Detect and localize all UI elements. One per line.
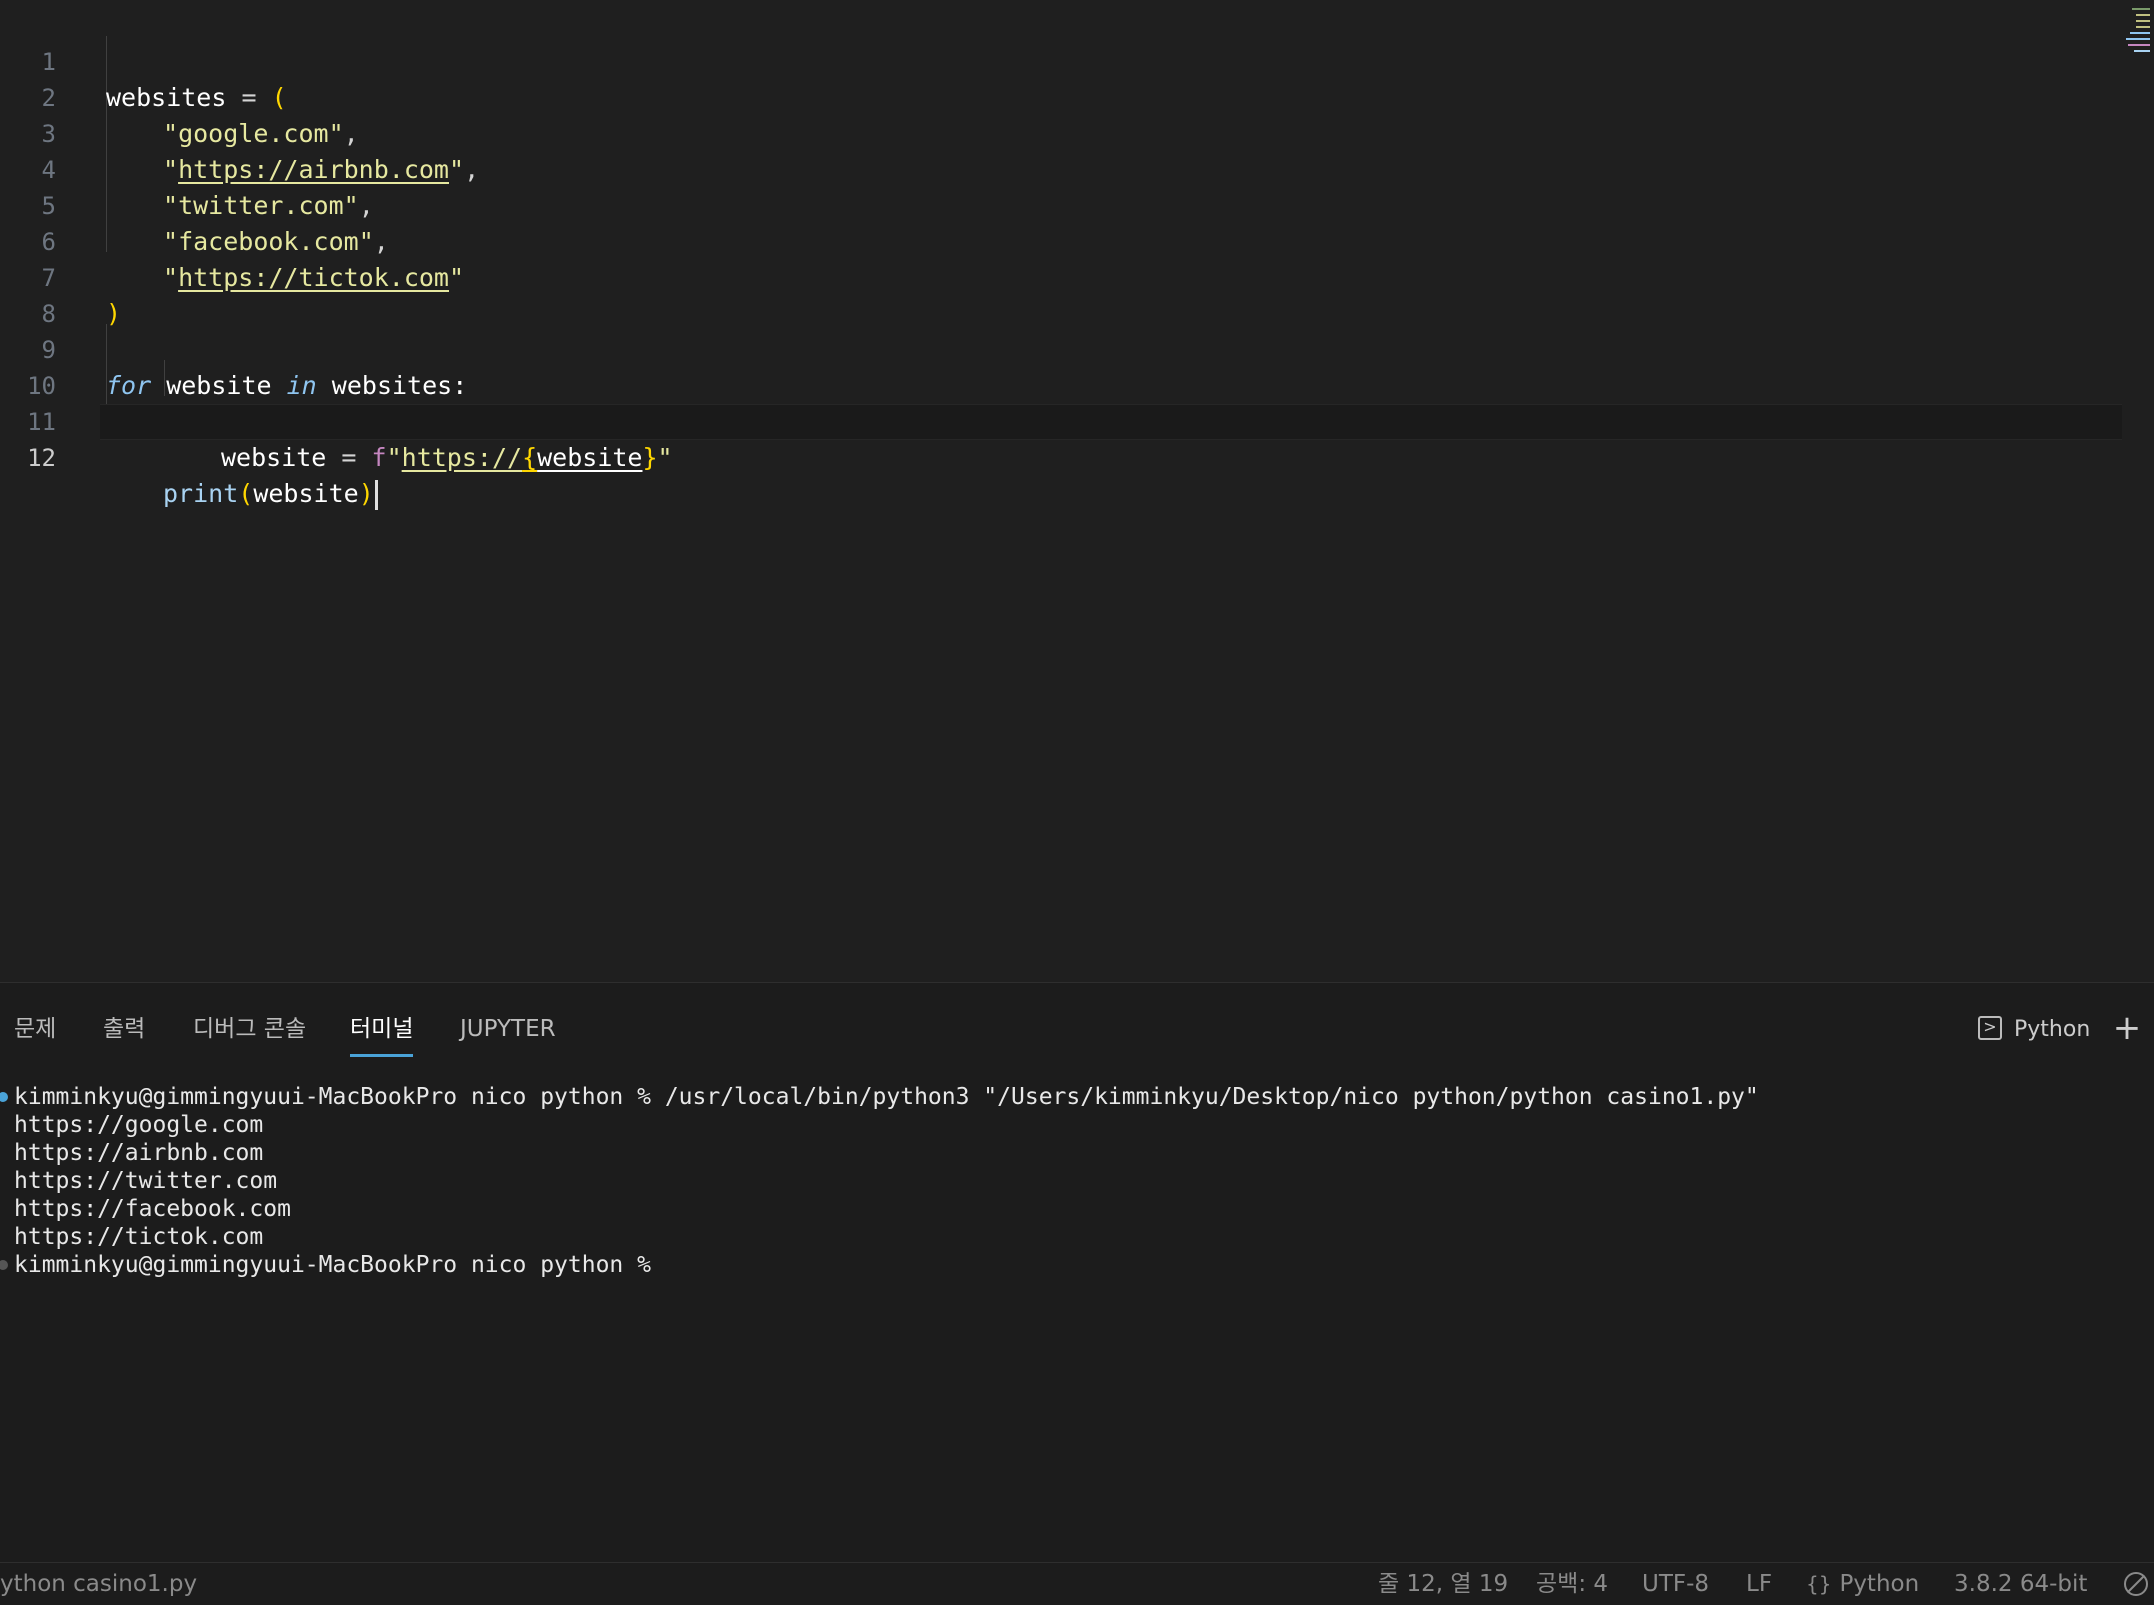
code-line[interactable]: 6 "https://tictok.com" (0, 188, 2154, 292)
token-fstring-prefix: f (371, 443, 387, 472)
terminal-profile-button[interactable]: > Python (1978, 1013, 2090, 1047)
code-line[interactable]: 10 if not website.startswith("https://")… (0, 332, 2154, 436)
token-quote: " (657, 443, 673, 472)
code-line[interactable]: 2 "google.com", (0, 44, 2154, 148)
text-cursor (374, 480, 378, 510)
terminal-line: https://twitter.com (14, 1168, 278, 1194)
token-variable: website (537, 443, 643, 472)
status-indentation[interactable]: 공백: 4 (1536, 1563, 1608, 1605)
code-line[interactable]: 3 "https://airbnb.com", (0, 80, 2154, 184)
code-line[interactable]: 9 for website in websites: (0, 296, 2154, 400)
token-paren: ) (358, 479, 374, 508)
token-variable: website (221, 443, 327, 472)
command-decoration-icon (0, 1260, 8, 1270)
status-file-name[interactable]: ython casino1.py (0, 1563, 197, 1605)
braces-icon: {} (1806, 1572, 1832, 1596)
new-terminal-icon[interactable]: + (2112, 1011, 2142, 1045)
minimap[interactable] (2124, 0, 2154, 60)
bottom-panel: 문제 출력 디버그 콘솔 터미널 JUPYTER > Python + kimmi… (0, 982, 2154, 1563)
token-operator: = (326, 443, 372, 472)
notifications-off-icon[interactable] (2124, 1572, 2148, 1596)
status-eol[interactable]: LF (1746, 1563, 1772, 1605)
token-function: print (163, 479, 239, 508)
terminal-icon: > (1978, 1016, 2002, 1040)
terminal-line: https://google.com (14, 1112, 264, 1138)
tab-terminal[interactable]: 터미널 (350, 1003, 414, 1057)
token-url-link[interactable]: https:// (402, 443, 522, 472)
status-encoding[interactable]: UTF-8 (1642, 1563, 1709, 1605)
terminal-prompt[interactable]: kimminkyu@gimmingyuui-MacBookPro nico py… (0, 1251, 2134, 1279)
status-interpreter[interactable]: 3.8.2 64-bit (1954, 1563, 2087, 1605)
tab-debug-console[interactable]: 디버그 콘솔 (193, 1003, 306, 1055)
code-line-current[interactable]: 12 print(website) (0, 404, 2154, 510)
token-brace: { (522, 443, 538, 472)
status-bar: ython casino1.py 줄 12, 열 19 공백: 4 UTF-8 … (0, 1562, 2154, 1605)
token-paren: ( (238, 479, 254, 508)
terminal-line: https://airbnb.com (14, 1140, 264, 1166)
code-line[interactable]: 8 (0, 260, 2154, 328)
token-quote: " (386, 443, 402, 472)
terminal-line: kimminkyu@gimmingyuui-MacBookPro nico py… (0, 1083, 2134, 1111)
terminal-output[interactable]: kimminkyu@gimmingyuui-MacBookPro nico py… (0, 1083, 2134, 1279)
terminal-profile-label: Python (2014, 1017, 2091, 1042)
code-line[interactable]: 5 "facebook.com", (0, 152, 2154, 256)
code-editor[interactable]: 1 websites = ( 2 "google.com", 3 "https:… (0, 0, 2154, 982)
token-variable: website (253, 479, 359, 508)
status-language-label: Python (1839, 1571, 1920, 1597)
tab-problems[interactable]: 문제 (14, 1003, 56, 1055)
code-line[interactable]: 4 "twitter.com", (0, 116, 2154, 220)
tab-jupyter[interactable]: JUPYTER (460, 1003, 556, 1055)
line-number: 12 (27, 444, 56, 472)
terminal-line: https://tictok.com (14, 1224, 264, 1250)
status-cursor-position[interactable]: 줄 12, 열 19 (1378, 1563, 1508, 1605)
status-language[interactable]: {} Python (1806, 1563, 1919, 1605)
command-decoration-icon (0, 1092, 8, 1102)
code-line[interactable]: 7 ) (0, 224, 2154, 328)
code-line[interactable]: 1 websites = ( (0, 8, 2154, 112)
code-line[interactable]: 11 website = f"https://{website}" (0, 368, 2154, 472)
terminal-line: https://facebook.com (14, 1196, 291, 1222)
token-brace: } (642, 443, 658, 472)
tab-output[interactable]: 출력 (103, 1003, 145, 1055)
